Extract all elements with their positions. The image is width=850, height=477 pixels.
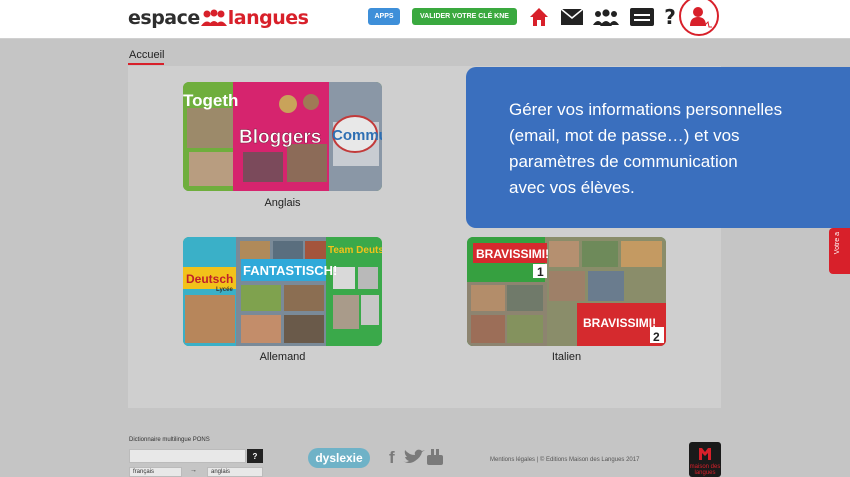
twitter-icon[interactable] (403, 449, 425, 470)
breadcrumb-underline (128, 63, 164, 65)
mdl-logo-mark-icon (699, 448, 711, 460)
user-icon (690, 7, 712, 28)
youtube-icon[interactable] (427, 449, 443, 465)
language-arrow: → (190, 467, 197, 474)
tooltip-line-1: Gérer vos informations personnelles (509, 100, 783, 119)
breadcrumb[interactable]: Accueil (129, 49, 164, 61)
apps-button[interactable]: APPS (368, 8, 400, 25)
target-language-select[interactable]: anglais (207, 467, 263, 477)
italien-cover-title-1: BRAVISSIMI! (476, 247, 549, 261)
espace-langues-logo[interactable]: espace langues (128, 5, 309, 31)
dictionary-title: Dictionnaire multilingue PONS (129, 437, 210, 443)
top-header: espace langues APPS VALIDER VOTRE CLÉ KN… (0, 0, 850, 39)
facebook-icon[interactable]: f (389, 448, 395, 468)
allemand-label[interactable]: Allemand (183, 351, 382, 363)
copyright-text: | © Editions Maison des Langues 2017 (536, 457, 640, 463)
anglais-cover-image: Togeth Bloggers Commu (183, 82, 382, 191)
anglais-card[interactable]: Togeth Bloggers Commu (183, 82, 382, 191)
italien-cover-number-1: 1 (537, 265, 544, 279)
user-account-button[interactable] (679, 0, 719, 36)
mdl-logo-text: maison des langues (689, 464, 721, 476)
group-icon[interactable] (593, 6, 619, 28)
account-tooltip: Gérer vos informations personnelles (ema… (466, 67, 850, 228)
tooltip-line-4: avec vos élèves. (509, 178, 635, 197)
tooltip-line-2: (email, mot de passe…) et vos (509, 126, 740, 145)
allemand-cover-subtitle: Lycée (216, 287, 233, 293)
logo-text-espace: espace (128, 7, 200, 29)
feedback-side-tab-label: Votre a (834, 232, 841, 255)
logo-people-icon (200, 9, 227, 26)
feedback-side-tab[interactable]: Votre a (829, 228, 850, 274)
logo-text-langues: langues (227, 7, 309, 29)
dictionary-search-input[interactable] (129, 449, 246, 463)
anglais-label[interactable]: Anglais (183, 197, 382, 209)
italien-card[interactable]: BRAVISSIMI! 1 BRAVISSIMI! 2 (467, 237, 666, 346)
anglais-cover-title-3: Commu (332, 127, 382, 144)
italien-cover-title-2: BRAVISSIMI! (583, 316, 656, 330)
italien-cover-number-2: 2 (653, 330, 660, 344)
allemand-cover-title-3: Team Deutsch (328, 245, 382, 256)
legal-footer: Mentions légales | © Editions Maison des… (490, 457, 639, 463)
tooltip-line-3: paramètres de communication (509, 152, 738, 171)
mail-icon[interactable] (560, 6, 584, 28)
mentions-legales-link[interactable]: Mentions légales (490, 457, 535, 463)
help-icon[interactable]: ? (663, 5, 677, 29)
source-language-select[interactable]: français (129, 467, 182, 477)
italien-cover-image: BRAVISSIMI! 1 BRAVISSIMI! 2 (467, 237, 666, 346)
italien-label[interactable]: Italien (467, 351, 666, 363)
maison-des-langues-logo[interactable]: maison des langues (689, 442, 721, 477)
allemand-cover-title-2: FANTASTISCH! (243, 263, 337, 278)
dictionary-search-button[interactable]: ? (247, 449, 263, 463)
dyslexie-button[interactable]: dyslexie (308, 448, 370, 468)
allemand-card[interactable]: Deutsch Lycée FANTASTISCH! Team Deutsch (183, 237, 382, 346)
id-card-icon[interactable] (629, 6, 655, 28)
home-icon[interactable] (528, 6, 550, 28)
validate-kne-key-button[interactable]: VALIDER VOTRE CLÉ KNE (412, 8, 517, 25)
allemand-cover-image: Deutsch Lycée FANTASTISCH! Team Deutsch (183, 237, 382, 346)
anglais-cover-title-1: Togeth (183, 91, 238, 110)
allemand-cover-title-1: Deutsch (186, 272, 233, 286)
anglais-cover-title-2: Bloggers (239, 127, 321, 148)
